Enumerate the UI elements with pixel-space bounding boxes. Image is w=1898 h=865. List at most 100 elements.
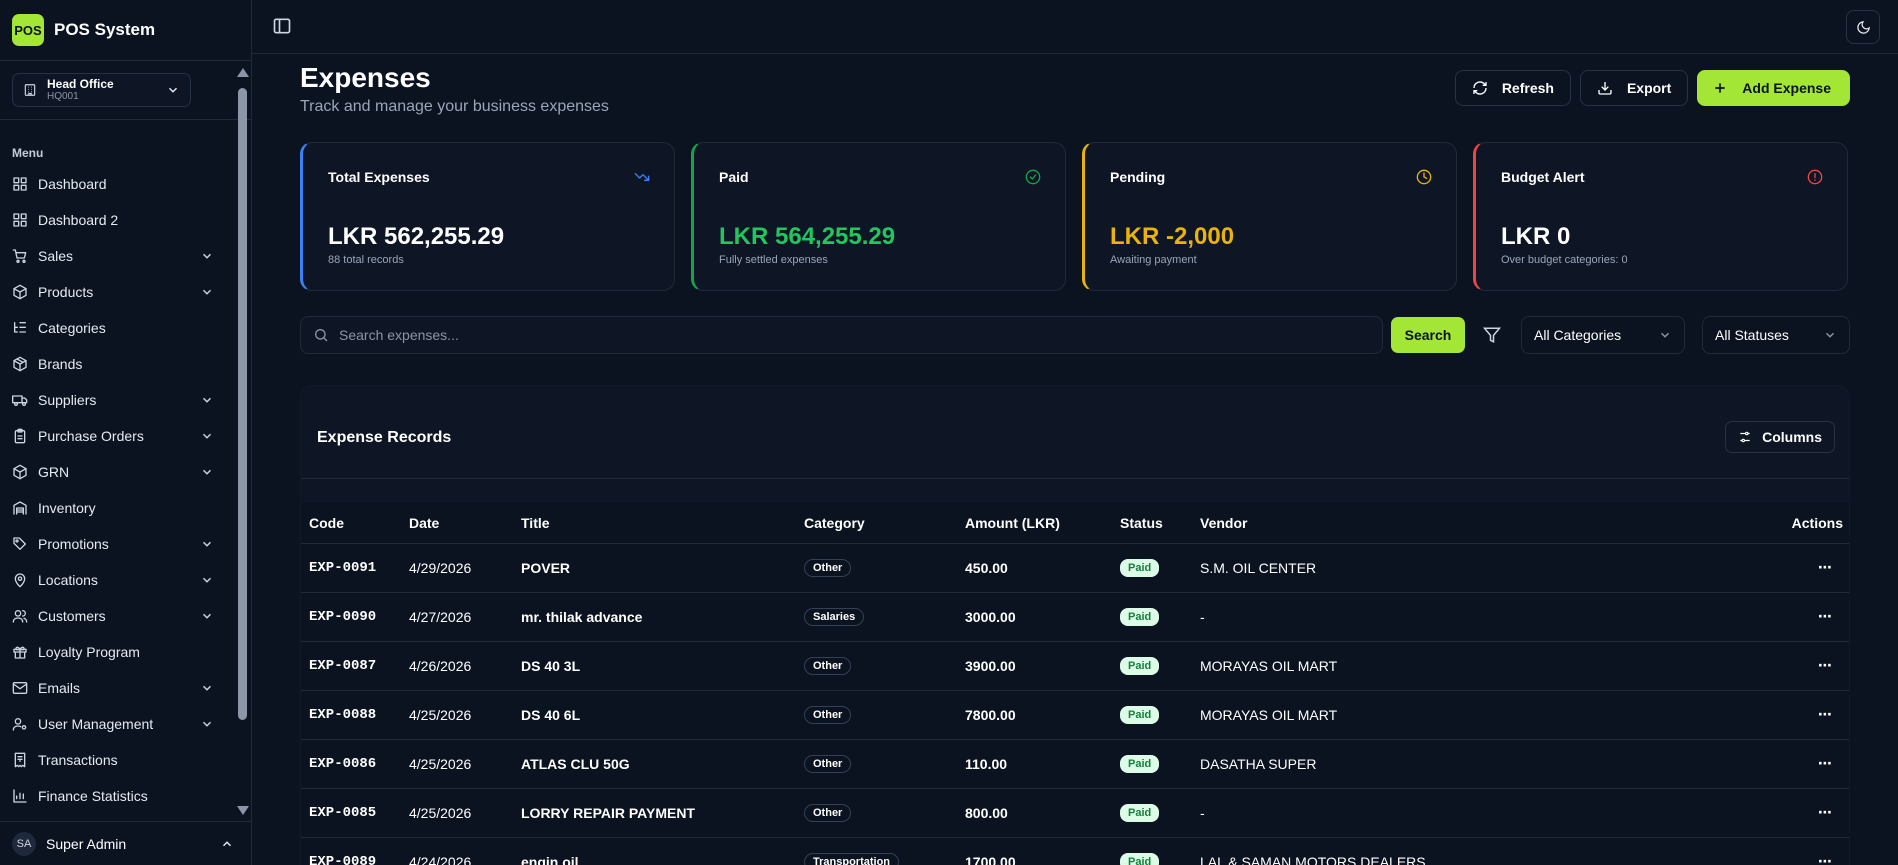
sidebar-item-grn[interactable]: GRN	[0, 454, 232, 490]
row-actions-menu-icon[interactable]: ⋯	[1751, 641, 1849, 691]
sidebar-scrollbar[interactable]	[233, 62, 251, 821]
sidebar-item-label: Loyalty Program	[38, 644, 140, 660]
box-icon	[13, 356, 27, 372]
sidebar-item-sales[interactable]: Sales	[0, 238, 232, 274]
scroll-thumb[interactable]	[238, 88, 247, 720]
chevron-down-icon	[168, 87, 178, 93]
theme-toggle-button[interactable]	[1846, 10, 1880, 44]
avatar: SA	[12, 831, 36, 856]
branch-selector[interactable]: Head Office HQ001	[12, 73, 191, 107]
sidebar-item-label: Dashboard 2	[38, 212, 119, 228]
cell-title: DS 40 3L	[513, 641, 796, 691]
col-header-code[interactable]: Code	[301, 503, 401, 544]
scroll-down-arrow[interactable]	[237, 806, 249, 815]
user-menu[interactable]: SA Super Admin	[0, 821, 252, 865]
cell-amount: 7800.00	[957, 690, 1112, 740]
cell-category: Other	[796, 788, 957, 838]
table-row[interactable]: EXP-0090 4/27/2026 mr. thilak advance Sa…	[301, 592, 1849, 642]
table-row[interactable]: EXP-0091 4/29/2026 POVER Other 450.00 Pa…	[301, 543, 1849, 593]
filters-bar: Search All Categories All Statuses	[300, 316, 1850, 354]
col-header-title[interactable]: Title	[513, 503, 796, 544]
cell-vendor: MORAYAS OIL MART	[1192, 641, 1751, 691]
chevron-down-icon	[200, 393, 214, 407]
col-header-status[interactable]: Status	[1112, 503, 1192, 544]
sidebar-item-user-management[interactable]: User Management	[0, 706, 232, 742]
sidebar-item-promotions[interactable]: Promotions	[0, 526, 232, 562]
row-actions-menu-icon[interactable]: ⋯	[1751, 543, 1849, 593]
cell-status: Paid	[1112, 592, 1192, 642]
sidebar-item-icon	[12, 176, 28, 192]
table-row[interactable]: EXP-0087 4/26/2026 DS 40 3L Other 3900.0…	[301, 641, 1849, 691]
row-actions-menu-icon[interactable]: ⋯	[1751, 739, 1849, 789]
user-name: Super Admin	[46, 835, 127, 852]
sidebar-item-dashboard-2[interactable]: Dashboard 2	[0, 202, 232, 238]
chevron-up-icon	[222, 840, 232, 846]
refresh-button[interactable]: Refresh	[1454, 70, 1571, 106]
row-actions-menu-icon[interactable]: ⋯	[1751, 592, 1849, 642]
gift-icon	[13, 646, 27, 659]
table-row[interactable]: EXP-0088 4/25/2026 DS 40 6L Other 7800.0…	[301, 690, 1849, 740]
table-row[interactable]: EXP-0089 4/24/2026 engin oil Transportat…	[301, 837, 1849, 865]
table-row[interactable]: EXP-0085 4/25/2026 LORRY REPAIR PAYMENT …	[301, 788, 1849, 838]
category-select[interactable]: All Categories	[1521, 316, 1685, 354]
sidebar-item-icon	[12, 356, 28, 372]
sidebar-item-brands[interactable]: Brands	[0, 346, 232, 382]
chevron-down-icon	[200, 717, 214, 731]
sidebar-item-inventory[interactable]: Inventory	[0, 490, 232, 526]
row-actions-menu-icon[interactable]: ⋯	[1751, 788, 1849, 838]
sidebar-item-finance-statistics[interactable]: Finance Statistics	[0, 778, 232, 814]
stat-card-pending: Pending LKR -2,000 Awaiting payment	[1082, 142, 1457, 291]
sidebar-item-locations[interactable]: Locations	[0, 562, 232, 598]
category-badge: Transportation	[804, 853, 900, 865]
cell-category: Transportation	[796, 837, 957, 865]
cell-date: 4/25/2026	[401, 788, 513, 838]
row-actions-menu-icon[interactable]: ⋯	[1751, 690, 1849, 740]
table-row[interactable]: EXP-0086 4/25/2026 ATLAS CLU 50G Other 1…	[301, 739, 1849, 789]
row-actions-menu-icon[interactable]: ⋯	[1751, 837, 1849, 865]
chevron-down-icon	[1825, 332, 1835, 338]
check-circle-icon	[1025, 169, 1041, 185]
status-select[interactable]: All Statuses	[1702, 316, 1850, 354]
sidebar-item-categories[interactable]: Categories	[0, 310, 232, 346]
sidebar-item-customers[interactable]: Customers	[0, 598, 232, 634]
col-header-date[interactable]: Date	[401, 503, 513, 544]
sidebar-item-suppliers[interactable]: Suppliers	[0, 382, 232, 418]
sidebar-toggle-icon[interactable]	[272, 16, 292, 36]
stat-value: LKR 562,255.29	[328, 223, 505, 250]
stat-value: LKR 0	[1501, 223, 1571, 250]
columns-button[interactable]: Columns	[1725, 421, 1835, 453]
cell-category: Salaries	[796, 592, 957, 642]
sidebar-item-products[interactable]: Products	[0, 274, 232, 310]
sidebar-item-emails[interactable]: Emails	[0, 670, 232, 706]
search-input[interactable]	[339, 327, 1382, 343]
cell-title: ATLAS CLU 50G	[513, 739, 796, 789]
cell-category: Other	[796, 641, 957, 691]
export-button[interactable]: Export	[1579, 70, 1689, 106]
refresh-icon	[1473, 81, 1487, 95]
sidebar-item-icon	[12, 500, 28, 516]
stat-title: Pending	[1110, 169, 1166, 185]
sidebar-item-transactions[interactable]: Transactions	[0, 742, 232, 778]
sidebar-item-icon	[12, 428, 28, 444]
scroll-up-arrow[interactable]	[237, 68, 249, 77]
sidebar-item-loyalty-program[interactable]: Loyalty Program	[0, 634, 232, 670]
sidebar-item-purchase-orders[interactable]: Purchase Orders	[0, 418, 232, 454]
sidebar-item-icon	[12, 608, 28, 624]
cart-icon	[12, 249, 27, 263]
col-header-vendor[interactable]: Vendor	[1192, 503, 1751, 544]
download-icon	[1598, 82, 1612, 95]
search-button[interactable]: Search	[1391, 317, 1465, 353]
brand[interactable]: POS POS System	[0, 0, 251, 61]
cell-title: mr. thilak advance	[513, 592, 796, 642]
grid-icon	[13, 177, 27, 191]
clipboard-icon	[14, 428, 26, 444]
truck-icon	[12, 395, 28, 406]
export-label: Export	[1626, 80, 1672, 96]
col-header-category[interactable]: Category	[796, 503, 957, 544]
sidebar-item-dashboard[interactable]: Dashboard	[0, 166, 232, 202]
cell-category: Other	[796, 739, 957, 789]
add-expense-button[interactable]: Add Expense	[1697, 70, 1850, 106]
cell-status: Paid	[1112, 641, 1192, 691]
col-header-amount[interactable]: Amount (LKR)	[957, 503, 1112, 544]
tag-icon	[13, 537, 26, 550]
